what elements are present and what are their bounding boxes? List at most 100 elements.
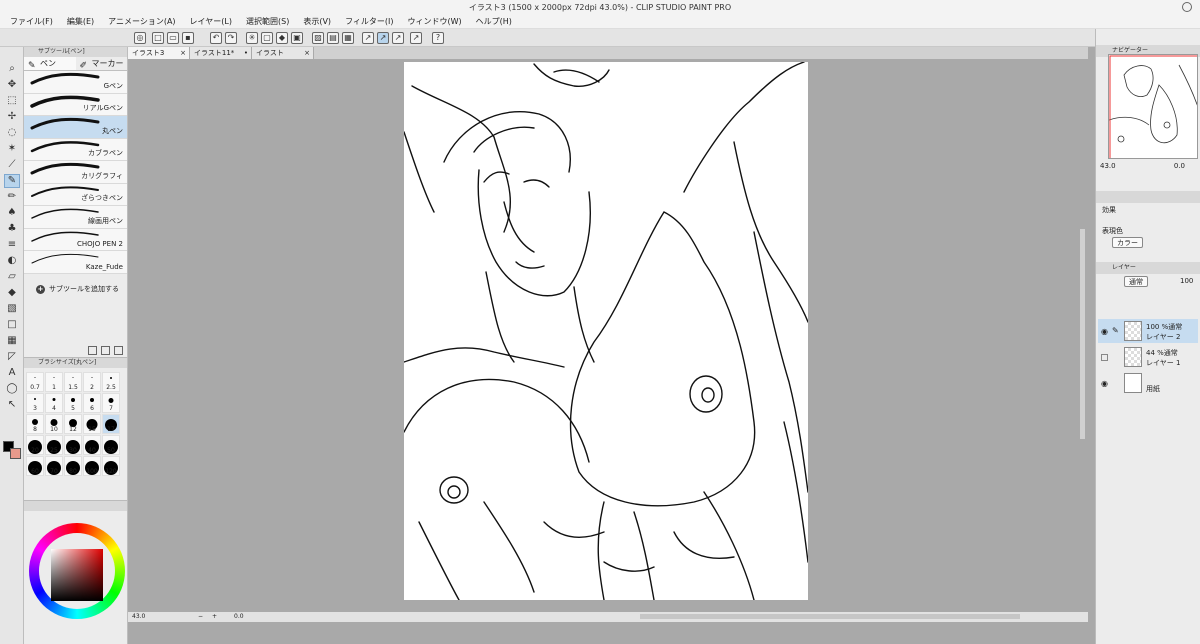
text-tool-icon[interactable]: A	[5, 367, 19, 379]
menu-help[interactable]: ヘルプ(H)	[469, 15, 519, 28]
move-layer-icon[interactable]: ✢	[5, 111, 19, 123]
navigator-preview[interactable]	[1108, 54, 1198, 159]
magic-wand-icon[interactable]: ✶	[5, 143, 19, 155]
brush-size-cell[interactable]: 50	[102, 435, 120, 455]
pencil-tool-icon[interactable]: ✏	[5, 191, 19, 203]
tab-pen[interactable]: ✎ ペン	[24, 57, 76, 71]
brush-size-cell[interactable]: 100	[83, 456, 101, 476]
brush-size-cell[interactable]: 15	[83, 414, 101, 434]
subtool-item[interactable]: カブラペン	[24, 138, 127, 161]
deselect-icon[interactable]: ▨	[312, 32, 324, 44]
menu-edit[interactable]: 編集(E)	[60, 15, 101, 28]
horizontal-scrollbar[interactable]	[640, 614, 1020, 619]
transform-icon[interactable]: ▣	[291, 32, 303, 44]
brush-size-cell[interactable]: 1.5	[64, 372, 82, 392]
subtool-settings-icon[interactable]	[88, 346, 97, 355]
open-file-icon[interactable]: ▭	[167, 32, 179, 44]
layer-row-paper[interactable]: ◉ 用紙	[1098, 371, 1198, 395]
operation-tool-icon[interactable]: ⬚	[5, 95, 19, 107]
close-icon[interactable]: •	[244, 47, 248, 59]
brush-size-cell[interactable]: 1	[45, 372, 63, 392]
zoom-in-icon[interactable]: +	[212, 612, 217, 622]
window-control-icon[interactable]	[1182, 2, 1192, 12]
drawing-canvas[interactable]	[404, 62, 808, 600]
layer-property-tab[interactable]	[1096, 191, 1200, 203]
navigator-angle[interactable]: 0.0	[1174, 162, 1185, 170]
doc-tab-2[interactable]: イラスト11* •	[190, 47, 252, 59]
zoom-out-icon[interactable]: −	[198, 612, 203, 622]
subtool-item[interactable]: 丸ペン	[24, 116, 127, 139]
fill-icon[interactable]: ◆	[276, 32, 288, 44]
menu-selection[interactable]: 選択範囲(S)	[239, 15, 296, 28]
pen-tool-icon[interactable]: ✎	[4, 174, 20, 188]
layer-row-2[interactable]: 44 %通常 レイヤー 1	[1098, 345, 1198, 369]
delete-subtool-icon[interactable]	[114, 346, 123, 355]
snap-special-ruler-icon[interactable]: ↗	[377, 32, 389, 44]
saturation-value-square[interactable]	[51, 549, 103, 601]
brush-size-cell[interactable]: 3	[26, 393, 44, 413]
brush-size-cell[interactable]: 5	[64, 393, 82, 413]
zoom-readout[interactable]: 43.0	[132, 612, 145, 622]
brush-size-cell[interactable]: 12	[64, 414, 82, 434]
brush-size-cell[interactable]: 70	[45, 456, 63, 476]
brush-size-cell[interactable]: 80	[64, 456, 82, 476]
redo-icon[interactable]: ↷	[225, 32, 237, 44]
fill-tool-icon[interactable]: ◆	[5, 287, 19, 299]
brush-size-cell[interactable]: 4	[45, 393, 63, 413]
subtool-item[interactable]: 線画用ペン	[24, 206, 127, 229]
opacity-value[interactable]: 100	[1180, 277, 1193, 285]
angle-readout[interactable]: 0.0	[234, 612, 244, 622]
duplicate-subtool-icon[interactable]	[101, 346, 110, 355]
save-icon[interactable]: ▪	[182, 32, 194, 44]
brush-size-cell[interactable]: 120	[102, 456, 120, 476]
visibility-toggle[interactable]	[1101, 354, 1108, 361]
brush-size-cell[interactable]: 60	[26, 456, 44, 476]
layer-row-1[interactable]: ◉ ✎ 100 %通常 レイヤー 2	[1098, 319, 1198, 343]
zoom-tool-icon[interactable]: ⌕	[5, 63, 19, 75]
ruler-tool-icon[interactable]: ◸	[5, 351, 19, 363]
crop-icon[interactable]: ▤	[327, 32, 339, 44]
menu-layer[interactable]: レイヤー(L)	[183, 15, 239, 28]
brush-size-cell[interactable]: 2.5	[102, 372, 120, 392]
brush-size-cell[interactable]: 2	[83, 372, 101, 392]
menu-filter[interactable]: フィルター(I)	[338, 15, 400, 28]
new-file-icon[interactable]: □	[152, 32, 164, 44]
invert-selection-icon[interactable]: ▦	[342, 32, 354, 44]
brush-size-cell[interactable]: 40	[83, 435, 101, 455]
navigator-zoom[interactable]: 43.0	[1100, 162, 1116, 170]
menu-file[interactable]: ファイル(F)	[0, 15, 60, 28]
blend-mode-select[interactable]: 通常	[1124, 276, 1148, 287]
gradient-tool-icon[interactable]: ▧	[5, 303, 19, 315]
add-subtool-button[interactable]: + サブツールを追加する	[24, 274, 127, 294]
doc-tab-3[interactable]: イラスト ×	[252, 47, 314, 59]
airbrush-tool-icon[interactable]: ♣	[5, 223, 19, 235]
subtool-item[interactable]: リアルGペン	[24, 93, 127, 116]
balloon-tool-icon[interactable]: ◯	[5, 383, 19, 395]
subtool-item[interactable]: CHOJO PEN 2	[24, 228, 127, 251]
subtool-item[interactable]: ざらつきペン	[24, 183, 127, 206]
brush-size-cell[interactable]: 7	[102, 393, 120, 413]
brush-size-cell[interactable]: 25	[45, 435, 63, 455]
brush-size-cell[interactable]: 8	[26, 414, 44, 434]
close-icon[interactable]: ×	[304, 47, 310, 59]
undo-icon[interactable]: ↶	[210, 32, 222, 44]
canvas-area[interactable]	[128, 59, 1088, 612]
brush-tool-icon[interactable]: ♠	[5, 207, 19, 219]
expression-color-select[interactable]: カラー	[1112, 237, 1143, 248]
clip-studio-icon[interactable]: ◎	[134, 32, 146, 44]
brush-size-cell[interactable]: 0.7	[26, 372, 44, 392]
move-tool-icon[interactable]: ✥	[5, 79, 19, 91]
eraser-tool-icon[interactable]: ▱	[5, 271, 19, 283]
brush-size-cell[interactable]: 6	[83, 393, 101, 413]
sub-color-swatch[interactable]	[10, 448, 21, 459]
menu-window[interactable]: ウィンドウ(W)	[401, 15, 469, 28]
clear-icon[interactable]: ✳	[246, 32, 258, 44]
subtool-item[interactable]: Kaze_Fude	[24, 251, 127, 274]
correct-line-icon[interactable]: ↖	[5, 399, 19, 411]
snap-guide-icon[interactable]: ↗	[410, 32, 422, 44]
menu-view[interactable]: 表示(V)	[296, 15, 338, 28]
brush-size-cell[interactable]: 30	[64, 435, 82, 455]
decoration-tool-icon[interactable]: ≡	[5, 239, 19, 251]
visibility-eye-icon[interactable]: ◉	[1101, 327, 1108, 336]
subtool-item[interactable]: カリグラフィ	[24, 161, 127, 184]
